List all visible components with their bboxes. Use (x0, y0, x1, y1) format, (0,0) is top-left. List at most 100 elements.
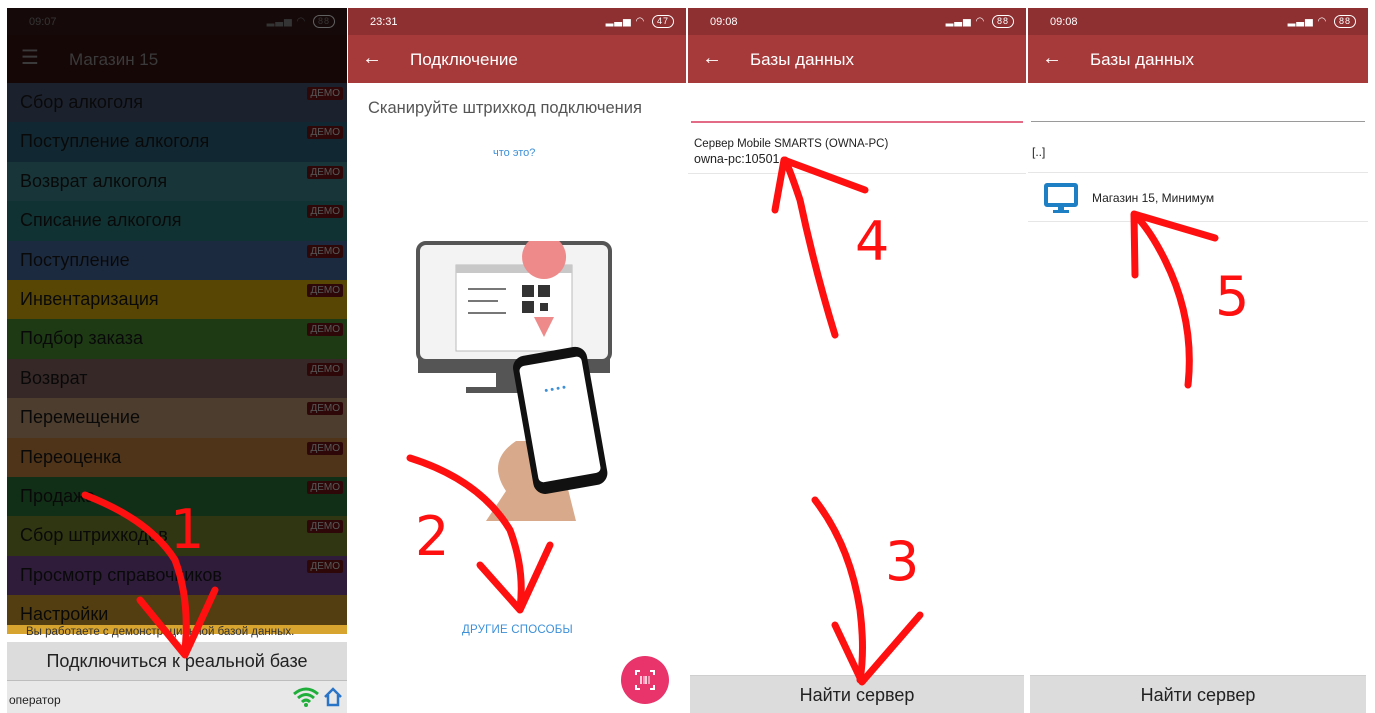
wifi-status-icon: ◠ (975, 16, 986, 27)
app-bar: ☰ Магазин 15 (7, 35, 347, 83)
status-icons: ▂▃▅ ◠ 88 (946, 15, 1014, 28)
menu-item[interactable]: Подбор заказа ДЕМО (7, 319, 347, 359)
search-input[interactable] (691, 121, 1023, 123)
battery-icon: 88 (312, 15, 335, 28)
app-bar: ← Базы данных (688, 35, 1026, 83)
demo-badge: ДЕМО (307, 520, 343, 534)
what-is-this-link[interactable]: что это? (493, 147, 535, 159)
database-list-item[interactable]: Магазин 15, Минимум (1028, 173, 1368, 220)
status-icons: ▂▃▅ ◠ 88 (267, 15, 335, 28)
wifi-status-icon: ◠ (296, 16, 307, 27)
operator-label: оператор (9, 693, 61, 707)
panel-connection: 23:31 ▂▃▅ ◠ 47 ← Подключение Сканируйте … (348, 8, 686, 713)
status-bar: 09:07 ▂▃▅ ◠ 88 (7, 8, 347, 35)
menu-item[interactable]: Сбор алкоголя ДЕМО (7, 83, 347, 123)
status-time: 23:31 (370, 16, 398, 28)
demo-badge: ДЕМО (307, 323, 343, 337)
menu-item[interactable]: Просмотр справочников ДЕМО (7, 555, 347, 596)
annotation-number-2: 2 (415, 505, 450, 568)
menu-item[interactable]: Возврат алкоголя ДЕМО (7, 161, 347, 202)
panel-main-menu: 09:07 ▂▃▅ ◠ 88 ☰ Магазин 15 Сбор алкогол… (7, 8, 347, 713)
app-bar: ← Базы данных (1028, 35, 1368, 83)
menu-item[interactable]: Возврат ДЕМО (7, 358, 347, 399)
demo-badge: ДЕМО (307, 441, 343, 455)
panel-databases-servers: 09:08 ▂▃▅ ◠ 88 ← Базы данных Сервер Mobi… (688, 8, 1026, 713)
wifi-status-icon: ◠ (635, 16, 646, 27)
menu-item-label: Продажа (20, 485, 96, 506)
demo-badge: ДЕМО (307, 283, 343, 297)
status-time: 09:08 (710, 16, 738, 28)
menu-item-label: Настройки (20, 604, 109, 625)
menu-item[interactable]: Поступление алкоголя ДЕМО (7, 122, 347, 162)
hamburger-menu-icon[interactable]: ☰ (21, 47, 39, 69)
scan-instruction: Сканируйте штрихкод подключения (368, 99, 642, 117)
menu-item-label: Сбор штрихкодов (20, 525, 168, 546)
battery-icon: 47 (651, 15, 674, 28)
app-title: Магазин 15 (69, 50, 159, 69)
demo-badge: ДЕМО (307, 402, 343, 416)
status-time: 09:08 (1050, 16, 1078, 28)
list-divider (1028, 221, 1368, 222)
menu-item-label: Перемещение (20, 407, 140, 428)
demo-badge: ДЕМО (307, 126, 343, 140)
annotation-number-4: 4 (855, 210, 890, 273)
qr-scan-illustration (416, 235, 626, 526)
battery-icon: 88 (1333, 15, 1356, 28)
search-input[interactable] (1031, 121, 1365, 122)
find-server-button[interactable]: Найти сервер (1030, 675, 1366, 713)
signal-icon: ▂▃▅ (266, 16, 293, 27)
status-bar: 09:08 ▂▃▅ ◠ 88 (688, 8, 1026, 35)
wifi-icon (293, 687, 319, 712)
demo-badge: ДЕМО (307, 244, 343, 258)
demo-badge: ДЕМО (307, 205, 343, 219)
annotation-number-1: 1 (170, 498, 205, 561)
menu-item[interactable]: Переоценка ДЕМО (7, 437, 347, 477)
menu-item-label: Поступление (20, 249, 130, 270)
find-server-button[interactable]: Найти сервер (690, 675, 1024, 713)
menu-item-label: Просмотр справочников (20, 564, 222, 585)
battery-icon: 88 (991, 15, 1014, 28)
status-icons: ▂▃▅ ◠ 88 (1288, 15, 1356, 28)
demo-badge: ДЕМО (307, 362, 343, 376)
app-title: Базы данных (1090, 50, 1195, 69)
parent-folder-item[interactable]: [..] (1032, 145, 1045, 159)
back-arrow-icon[interactable]: ← (1042, 47, 1062, 69)
server-name: Сервер Mobile SMARTS (OWNA-PC) (694, 138, 889, 150)
connect-real-database-button[interactable]: Подключиться к реальной базе (7, 642, 347, 681)
status-bar: 23:31 ▂▃▅ ◠ 47 (348, 8, 686, 35)
menu-item[interactable]: Поступление ДЕМО (7, 240, 347, 280)
database-name: Магазин 15, Минимум (1092, 191, 1215, 205)
menu-item-label: Инвентаризация (20, 288, 159, 309)
server-list-item[interactable]: Сервер Mobile SMARTS (OWNA-PC) owna-pc:1… (694, 137, 888, 167)
status-icons: ▂▃▅ ◠ 47 (606, 15, 674, 28)
app-title: Базы данных (750, 50, 855, 69)
demo-badge: ДЕМО (307, 559, 343, 573)
menu-item[interactable]: Инвентаризация ДЕМО (7, 279, 347, 320)
status-bar: 09:08 ▂▃▅ ◠ 88 (1028, 8, 1368, 35)
annotation-number-5: 5 (1215, 265, 1250, 328)
menu-item-label: Подбор заказа (20, 328, 143, 349)
status-time: 09:07 (29, 16, 57, 28)
demo-badge: ДЕМО (307, 165, 343, 179)
barcode-scan-icon (635, 670, 655, 695)
demo-badge: ДЕМО (307, 480, 343, 494)
menu-item-label: Списание алкоголя (20, 210, 182, 231)
back-arrow-icon[interactable]: ← (702, 47, 722, 69)
back-arrow-icon[interactable]: ← (362, 47, 382, 69)
demo-notice: Вы работаете с демонстрационной базой да… (26, 626, 295, 638)
menu-item[interactable]: Списание алкоголя ДЕМО (7, 201, 347, 241)
signal-icon: ▂▃▅ (1287, 16, 1314, 27)
list-divider (688, 173, 1026, 174)
home-icon[interactable] (323, 687, 343, 712)
menu-item-label: Возврат алкоголя (20, 170, 168, 191)
menu-item-label: Сбор алкоголя (20, 92, 143, 112)
demo-badge: ДЕМО (307, 87, 343, 100)
menu-item[interactable]: Перемещение ДЕМО (7, 398, 347, 438)
app-title: Подключение (410, 50, 518, 69)
other-methods-link[interactable]: ДРУГИЕ СПОСОБЫ (462, 624, 573, 636)
scan-barcode-button[interactable] (621, 656, 669, 704)
monitor-icon (1044, 183, 1078, 220)
menu-item-label: Поступление алкоголя (20, 131, 210, 152)
signal-icon: ▂▃▅ (945, 16, 972, 27)
wifi-status-icon: ◠ (1317, 16, 1328, 27)
